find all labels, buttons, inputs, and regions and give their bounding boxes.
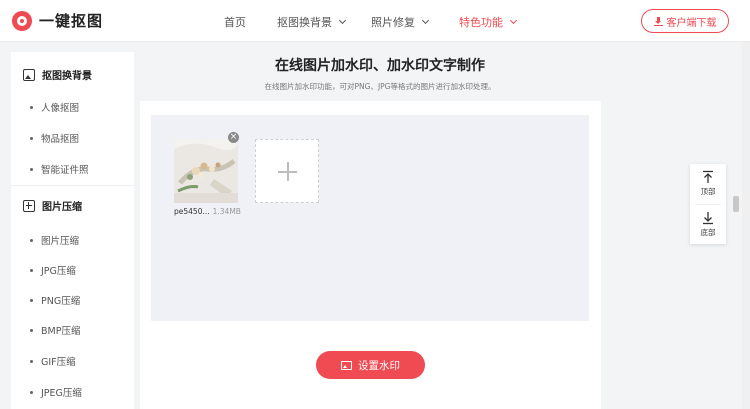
- sidebar-divider: [11, 185, 134, 186]
- chevron-down-icon: [509, 16, 518, 25]
- bullet-icon: [30, 328, 33, 332]
- bullet-icon: [30, 390, 33, 394]
- sidebar-item-label: PNG压缩: [41, 296, 81, 307]
- top-header: 一键抠图 首页 抠图换背景 照片修复 特色功能 客户端下载: [0, 0, 750, 42]
- bullet-icon: [30, 105, 33, 109]
- sidebar-item-label: 人像抠图: [41, 103, 80, 114]
- go-to-bottom-label: 底部: [700, 228, 716, 237]
- sidebar-item-label: JPEG压缩: [41, 388, 82, 399]
- client-download-label: 客户端下载: [666, 17, 717, 29]
- chevron-down-icon: [338, 16, 347, 25]
- sidebar-item-id-photo[interactable]: 智能证件照: [30, 162, 89, 176]
- sidebar-item-png-compress[interactable]: PNG压缩: [30, 293, 80, 307]
- bullet-icon: [30, 298, 33, 302]
- bullet-icon: [30, 359, 33, 363]
- watermark-icon: [341, 360, 352, 370]
- set-watermark-label: 设置水印: [358, 359, 400, 372]
- client-download-button[interactable]: 客户端下载: [641, 9, 729, 33]
- bullet-icon: [30, 136, 33, 140]
- sidebar-item-label: GIF压缩: [41, 357, 76, 368]
- chevron-down-icon: [421, 16, 430, 25]
- sidebar-group-title: 图片压缩: [42, 202, 82, 213]
- file-meta: pe5450... 1.34MB: [174, 207, 241, 216]
- sidebar-group-compress[interactable]: 图片压缩: [23, 198, 82, 213]
- scrollbar-thumb[interactable]: [733, 196, 739, 212]
- set-watermark-button[interactable]: 设置水印: [316, 351, 425, 379]
- page-title: 在线图片加水印、加水印文字制作: [275, 58, 485, 74]
- page-subtitle: 在线图片加水印功能，可对PNG、JPG等格式的图片进行加水印处理。: [264, 82, 496, 91]
- remove-image-icon[interactable]: ×: [228, 132, 239, 143]
- go-to-bottom-button[interactable]: 底部: [690, 211, 726, 238]
- plus-icon-vertical: [287, 162, 289, 181]
- download-icon: [653, 16, 663, 26]
- back-to-top-button[interactable]: 顶部: [690, 170, 726, 197]
- nav-cutout-background-label: 抠图换背景: [277, 16, 332, 29]
- sidebar-item-label: BMP压缩: [41, 326, 81, 337]
- sidebar-item-jpeg-compress[interactable]: JPEG压缩: [30, 385, 82, 399]
- sidebar-item-jpg-compress[interactable]: JPG压缩: [30, 263, 76, 277]
- photo-preview: [174, 139, 238, 203]
- bullet-icon: [30, 268, 33, 272]
- sidebar-item-portrait-cutout[interactable]: 人像抠图: [30, 100, 79, 114]
- sidebar-item-gif-compress[interactable]: GIF压缩: [30, 354, 76, 368]
- sidebar-item-label: 智能证件照: [41, 165, 89, 176]
- logo-icon: [12, 10, 32, 31]
- brand-name: 一键抠图: [39, 12, 104, 30]
- sidebar-item-label: JPG压缩: [41, 266, 76, 277]
- file-name: pe5450...: [174, 207, 210, 216]
- sidebar-item-label: 图片压缩: [41, 236, 80, 247]
- nav-home[interactable]: 首页: [224, 14, 246, 30]
- sidebar-item-bmp-compress[interactable]: BMP压缩: [30, 323, 80, 337]
- nav-special-features[interactable]: 特色功能: [459, 14, 518, 30]
- float-divider: [695, 204, 721, 205]
- bullet-icon: [30, 167, 33, 171]
- add-image-button[interactable]: [255, 139, 319, 203]
- sidebar-item-object-cutout[interactable]: 物品抠图: [30, 131, 79, 145]
- bullet-icon: [30, 238, 33, 242]
- float-toolbar: 顶部 底部: [690, 164, 726, 244]
- nav-special-features-label: 特色功能: [459, 16, 503, 29]
- nav-cutout-background[interactable]: 抠图换背景: [277, 14, 347, 30]
- back-to-top-label: 顶部: [700, 187, 716, 196]
- uploaded-image-thumbnail[interactable]: [174, 139, 238, 203]
- arrow-down-icon: [703, 212, 713, 225]
- sidebar: 抠图换背景 人像抠图 物品抠图 智能证件照 图片压缩 图片压缩 JPG压缩 PN…: [11, 52, 134, 409]
- sidebar-item-label: 物品抠图: [41, 134, 80, 145]
- arrow-up-icon: [703, 170, 713, 183]
- scrollbar-track[interactable]: [742, 42, 750, 409]
- file-size: 1.34MB: [212, 207, 241, 216]
- nav-home-label: 首页: [224, 16, 246, 29]
- nav-photo-repair[interactable]: 照片修复: [371, 14, 430, 30]
- compress-icon: [23, 199, 35, 212]
- nav-photo-repair-label: 照片修复: [371, 16, 415, 29]
- brand-logo[interactable]: 一键抠图: [12, 10, 103, 31]
- sidebar-item-image-compress[interactable]: 图片压缩: [30, 233, 79, 247]
